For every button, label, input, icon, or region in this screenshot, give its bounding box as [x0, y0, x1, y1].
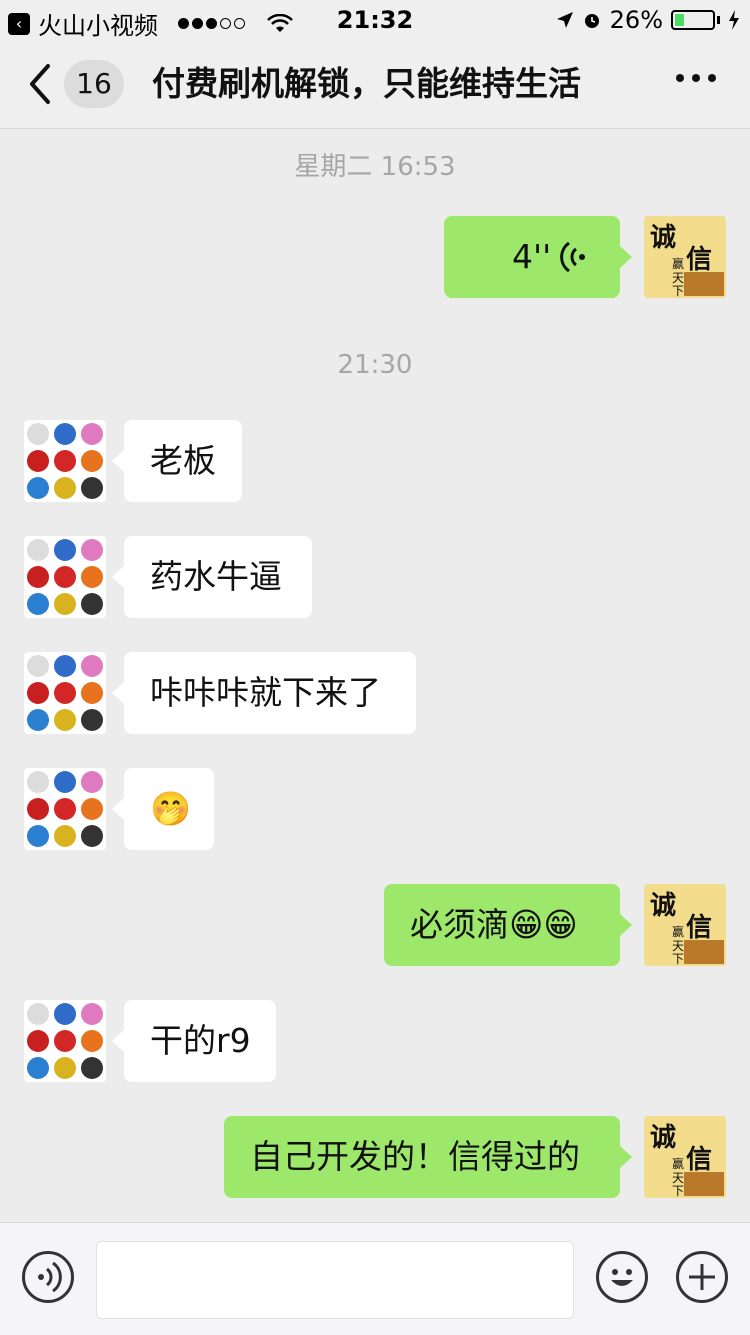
more-options-icon[interactable] [676, 74, 716, 82]
contact-avatar[interactable] [24, 536, 106, 618]
contact-avatar[interactable] [24, 420, 106, 502]
voice-message-bubble[interactable]: 4'' [444, 216, 632, 298]
chengxin-avatar-image: 诚 信 赢 天 下 [644, 216, 726, 298]
message-input[interactable] [96, 1241, 574, 1319]
chat-input-bar [0, 1222, 750, 1335]
contact-avatar[interactable] [24, 768, 106, 850]
my-avatar[interactable]: 诚 信 赢 天 下 [644, 216, 726, 298]
chat-header: 16 付费刷机解锁，只能维持生活 [0, 40, 750, 129]
location-arrow-icon [556, 12, 573, 28]
chengxin-avatar-image: 诚 信 赢 天 下 [644, 1116, 726, 1198]
svg-text:赢: 赢 [672, 256, 684, 271]
colorful-faces-avatar-image [27, 655, 103, 731]
plus-icon[interactable] [676, 1251, 728, 1303]
svg-text:信: 信 [686, 913, 712, 943]
back-chevron-icon[interactable] [26, 60, 56, 108]
svg-text:诚: 诚 [650, 1123, 676, 1153]
unread-count-badge[interactable]: 16 [64, 60, 124, 108]
svg-text:诚: 诚 [650, 891, 676, 921]
text-message-bubble[interactable]: 老板 [112, 420, 242, 502]
colorful-faces-avatar-image [27, 539, 103, 615]
svg-text:赢: 赢 [672, 924, 684, 939]
chengxin-avatar-image: 诚 信 赢 天 下 [644, 884, 726, 966]
my-avatar[interactable]: 诚 信 赢 天 下 [644, 1116, 726, 1198]
timestamp: 星期二 16:53 [294, 152, 456, 182]
message-text: 咔咔咔就下来了 [150, 673, 381, 712]
svg-text:下: 下 [672, 952, 684, 966]
chat-title: 付费刷机解锁，只能维持生活 [152, 64, 581, 103]
message-text: 药水牛逼 [150, 557, 282, 596]
contact-avatar[interactable] [24, 1000, 106, 1082]
svg-text:赢: 赢 [672, 1156, 684, 1171]
message-text: 老板 [150, 441, 216, 480]
message-text: 干的r9 [150, 1021, 251, 1060]
charging-bolt-icon [729, 10, 739, 30]
battery-percentage: 26% [609, 6, 663, 34]
text-message-bubble[interactable]: 药水牛逼 [112, 536, 312, 618]
timestamp: 21:30 [337, 350, 413, 380]
voice-wave-icon [560, 241, 585, 273]
text-message-bubble[interactable]: 自己开发的！信得过的 [224, 1116, 632, 1198]
text-message-bubble[interactable]: 必须滴😁😁 [384, 884, 632, 966]
svg-text:天: 天 [672, 939, 684, 953]
emoji-message-bubble[interactable]: 🤭 [112, 768, 214, 850]
alarm-icon [584, 14, 599, 28]
text-message-bubble[interactable]: 咔咔咔就下来了 [112, 652, 416, 734]
svg-text:下: 下 [672, 1184, 684, 1198]
voice-duration: 4'' [512, 237, 552, 276]
colorful-faces-avatar-image [27, 1003, 103, 1079]
svg-text:诚: 诚 [650, 223, 676, 253]
colorful-faces-avatar-image [27, 771, 103, 847]
status-bar: ‹ 火山小视频 21:32 26% [0, 0, 750, 40]
svg-text:信: 信 [686, 245, 712, 275]
emoji-face-icon[interactable] [596, 1251, 648, 1303]
text-message-bubble[interactable]: 干的r9 [112, 1000, 276, 1082]
battery-icon [671, 10, 715, 30]
svg-text:下: 下 [672, 284, 684, 298]
message-text: 自己开发的！信得过的 [250, 1137, 580, 1176]
message-text: 必须滴😁😁 [410, 905, 578, 944]
voice-mode-icon[interactable] [22, 1251, 74, 1303]
contact-avatar[interactable] [24, 652, 106, 734]
my-avatar[interactable]: 诚 信 赢 天 下 [644, 884, 726, 966]
svg-text:天: 天 [672, 271, 684, 285]
colorful-faces-avatar-image [27, 423, 103, 499]
svg-text:信: 信 [686, 1145, 712, 1175]
svg-text:天: 天 [672, 1171, 684, 1185]
message-emoji: 🤭 [150, 789, 192, 828]
